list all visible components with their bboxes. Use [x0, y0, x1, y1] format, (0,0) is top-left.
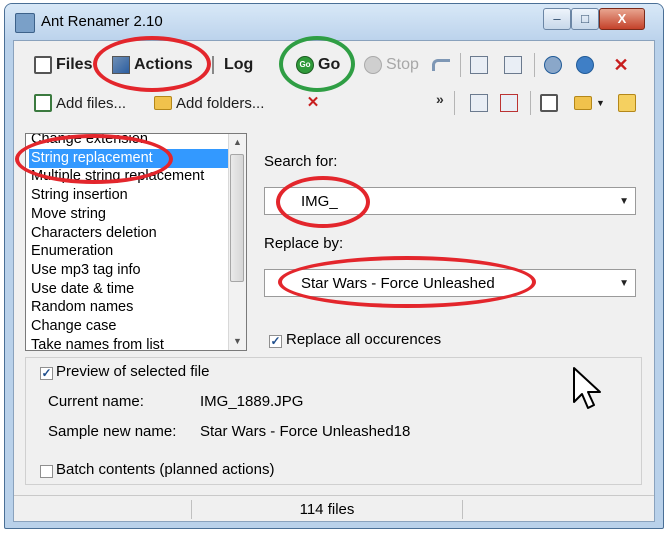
actions-button[interactable]: Actions — [112, 51, 193, 79]
log-icon — [212, 56, 220, 74]
add-file-icon — [34, 94, 52, 112]
list-item[interactable]: Take names from list — [29, 336, 166, 350]
open-folder-icon — [574, 96, 592, 110]
list-item[interactable]: String replacement — [29, 148, 229, 168]
replace-all-checkbox[interactable]: ✓ — [269, 335, 282, 348]
list-item[interactable]: Multiple string replacement — [29, 167, 206, 186]
maximize-button[interactable]: □ — [571, 8, 599, 30]
replace-combo[interactable]: Star Wars - Force Unleashed ▼ — [264, 269, 636, 297]
search-value: IMG_ — [301, 193, 338, 210]
replace-value: Star Wars - Force Unleashed — [301, 275, 495, 292]
search-combo[interactable]: IMG_ ▼ — [264, 187, 636, 215]
exit-icon: ✕ — [613, 55, 629, 75]
go-label: Go — [318, 56, 341, 73]
list-item[interactable]: Enumeration — [29, 242, 115, 261]
app-icon — [15, 13, 35, 33]
new-batch-button[interactable] — [540, 89, 558, 117]
window-icon — [470, 56, 488, 74]
toolbar-separator — [530, 91, 531, 115]
mouse-cursor-icon — [573, 367, 601, 409]
grid-icon — [470, 94, 488, 112]
status-bar: 114 files — [14, 495, 654, 523]
go-icon: Go — [296, 56, 314, 74]
client-area: Files Actions Log Go Go Stop ✕ Add files… — [13, 40, 655, 522]
remove-icon: ✕ — [306, 94, 320, 111]
add-folders-label: Add folders... — [176, 94, 265, 112]
title-bar[interactable]: Ant Renamer 2.10 ‒ □ X — [5, 4, 663, 40]
remove-button[interactable]: ✕ — [304, 89, 322, 117]
save-icon — [618, 94, 636, 112]
actions-icon — [112, 56, 130, 74]
clear-list-button[interactable] — [500, 89, 518, 117]
list-item[interactable]: Move string — [29, 205, 108, 224]
files-button[interactable]: Files — [34, 51, 92, 79]
batch-label[interactable]: Batch contents (planned actions) — [56, 461, 274, 478]
info-icon — [576, 56, 594, 74]
close-button[interactable]: X — [599, 8, 645, 30]
toolbar-separator — [534, 53, 535, 77]
stop-button[interactable]: Stop — [364, 51, 419, 79]
replace-all-label[interactable]: Replace all occurences — [286, 331, 441, 348]
dropdown-arrow-icon[interactable]: ▼ — [619, 196, 629, 207]
chevron-icon[interactable]: » — [436, 91, 444, 107]
options-icon — [504, 56, 522, 74]
open-batch-button[interactable]: ▼ — [574, 89, 605, 117]
comment-button[interactable] — [544, 51, 562, 79]
stop-label: Stop — [386, 56, 419, 73]
undo-button[interactable] — [432, 51, 450, 79]
minimize-button[interactable]: ‒ — [543, 8, 571, 30]
files-count: 114 files — [191, 500, 463, 519]
batch-checkbox[interactable] — [40, 465, 53, 478]
scroll-down-icon[interactable]: ▼ — [229, 333, 246, 350]
grid-view-button[interactable] — [470, 89, 488, 117]
current-name-value: IMG_1889.JPG — [200, 393, 304, 410]
preview-checkbox[interactable]: ✓ — [40, 367, 53, 380]
add-files-button[interactable]: Add files... — [34, 89, 126, 117]
folder-icon — [154, 96, 172, 110]
options-button[interactable] — [504, 51, 522, 79]
window-title: Ant Renamer 2.10 — [41, 13, 163, 30]
save-batch-button[interactable] — [618, 89, 636, 117]
actions-label: Actions — [134, 56, 193, 73]
app-window: Ant Renamer 2.10 ‒ □ X Files Actions Log… — [4, 3, 664, 529]
actions-list[interactable]: Change extension String replacement Multip… — [25, 133, 247, 351]
dropdown-arrow-icon: ▼ — [596, 98, 605, 108]
about-button[interactable] — [576, 51, 594, 79]
list-item[interactable]: Change extension — [29, 134, 150, 149]
go-button[interactable]: Go Go — [296, 51, 340, 79]
toolbar-separator — [454, 91, 455, 115]
main-toolbar: Files Actions Log Go Go Stop ✕ — [14, 51, 654, 83]
list-item[interactable]: Use mp3 tag info — [29, 261, 143, 280]
dropdown-arrow-icon[interactable]: ▼ — [619, 278, 629, 289]
log-label: Log — [224, 56, 254, 73]
replace-label: Replace by: — [264, 235, 344, 252]
add-folders-button[interactable]: Add folders... — [154, 89, 264, 117]
current-name-label: Current name: — [48, 393, 144, 410]
new-batch-icon — [540, 94, 558, 112]
add-files-label: Add files... — [56, 94, 127, 112]
scroll-thumb[interactable] — [230, 154, 244, 282]
files-label: Files — [56, 56, 93, 73]
stop-icon — [364, 56, 382, 74]
files-toolbar: Add files... Add folders... ✕ » ▼ — [14, 89, 654, 121]
actions-list-scrollbar[interactable]: ▲ ▼ — [228, 134, 246, 350]
list-item[interactable]: Random names — [29, 298, 135, 317]
list-item[interactable]: Change case — [29, 317, 118, 336]
sample-new-name-value: Star Wars - Force Unleashed18 — [200, 423, 411, 440]
list-item[interactable]: Characters deletion — [29, 224, 159, 243]
exit-button[interactable]: ✕ — [612, 51, 630, 79]
sample-new-name-label: Sample new name: — [48, 423, 177, 440]
toolbar-separator — [460, 53, 461, 77]
scroll-up-icon[interactable]: ▲ — [229, 134, 246, 151]
list-item[interactable]: Use date & time — [29, 280, 136, 299]
clear-icon — [500, 94, 518, 112]
search-label: Search for: — [264, 153, 338, 170]
list-item[interactable]: String insertion — [29, 186, 130, 205]
log-button[interactable]: Log — [212, 51, 253, 79]
comment-icon — [544, 56, 562, 74]
undo-icon — [432, 59, 450, 71]
window-view-button[interactable] — [470, 51, 488, 79]
file-icon — [34, 56, 52, 74]
preview-label[interactable]: Preview of selected file — [56, 363, 209, 380]
